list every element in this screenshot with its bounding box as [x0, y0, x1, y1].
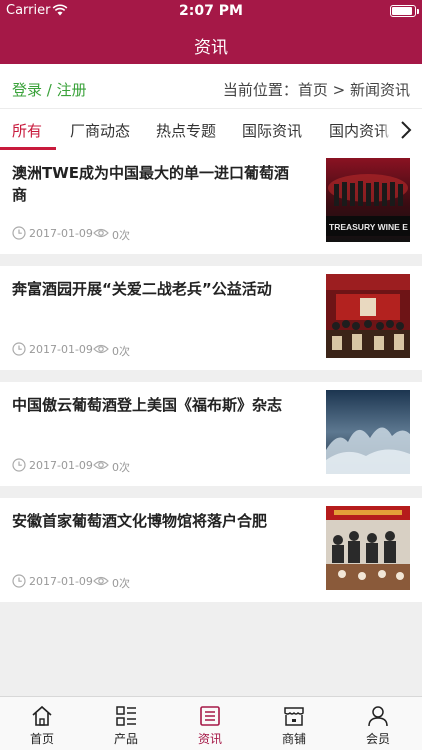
tabbar-shops[interactable]: 商铺: [252, 697, 336, 750]
battery-tip: [417, 9, 419, 14]
thumbnail-caption: TREASURY WINE E: [329, 222, 408, 232]
article-item[interactable]: 中国傲云葡萄酒登上美国《福布斯》杂志 2017-01-09 0次: [0, 382, 422, 486]
article-title: 安徽首家葡萄酒文化博物馆将落户合肥: [12, 512, 268, 530]
status-bar: Carrier 2:07 PM: [0, 0, 422, 22]
clock-icon: [12, 342, 26, 356]
breadcrumb-bar: 登录 / 注册 当前位置：首页 > 新闻资讯: [0, 64, 422, 108]
tabs-scroll-right-button[interactable]: [392, 109, 422, 150]
article-views: 0次: [112, 577, 130, 590]
tabbar-label: 资讯: [197, 732, 222, 746]
eye-icon: [93, 576, 109, 586]
article-item[interactable]: 澳洲TWE成为中国最大的单一进口葡萄酒商 2017-01-09 0次 TREAS…: [0, 150, 422, 254]
clock-icon: [12, 458, 26, 472]
battery-level: [392, 7, 412, 15]
bottom-tab-bar: 首页 产品 资讯 商铺 会员: [0, 696, 422, 750]
article-item[interactable]: 安徽首家葡萄酒文化博物馆将落户合肥 2017-01-09 0次: [0, 498, 422, 602]
tabbar-label: 商铺: [281, 732, 306, 746]
app-header: Carrier 2:07 PM 资讯: [0, 0, 422, 64]
grid-list-icon: [116, 706, 136, 726]
tabbar-home[interactable]: 首页: [0, 697, 84, 750]
article-date: 2017-01-09: [29, 575, 93, 588]
tab-international-news[interactable]: 国际资讯: [242, 120, 302, 141]
tabbar-news[interactable]: 资讯: [168, 697, 252, 750]
breadcrumb: 当前位置：首页 > 新闻资讯: [222, 81, 410, 99]
article-date: 2017-01-09: [29, 343, 93, 356]
article-title: 澳洲TWE成为中国最大的单一进口葡萄酒商: [12, 164, 290, 204]
tab-vendor-news[interactable]: 厂商动态: [70, 120, 130, 141]
article-title: 奔富酒园开展“关爱二战老兵”公益活动: [12, 280, 272, 298]
tab-hot-topics[interactable]: 热点专题: [156, 120, 216, 141]
article-title: 中国傲云葡萄酒登上美国《福布斯》杂志: [12, 396, 283, 414]
article-item[interactable]: 奔富酒园开展“关爱二战老兵”公益活动 2017-01-09 0次: [0, 266, 422, 370]
article-thumbnail: [326, 390, 410, 474]
shop-icon: [284, 707, 304, 726]
article-thumbnail: [326, 506, 410, 590]
chevron-right-icon: [401, 121, 412, 139]
category-tabs: 所有 厂商动态 热点专题 国际资讯 国内资讯: [0, 108, 422, 150]
tabbar-products[interactable]: 产品: [84, 697, 168, 750]
clock-icon: [12, 574, 26, 588]
eye-icon: [93, 344, 109, 354]
article-date: 2017-01-09: [29, 459, 93, 472]
tabbar-member[interactable]: 会员: [336, 697, 420, 750]
user-icon: [368, 706, 388, 727]
clock-icon: [12, 226, 26, 240]
article-thumbnail: [326, 274, 410, 358]
article-views: 0次: [112, 229, 130, 242]
article-views: 0次: [112, 345, 130, 358]
article-date: 2017-01-09: [29, 227, 93, 240]
battery-icon: [390, 5, 416, 17]
tabbar-label: 首页: [29, 732, 54, 746]
article-views: 0次: [112, 461, 130, 474]
eye-icon: [93, 228, 109, 238]
tabbar-label: 产品: [113, 732, 138, 746]
article-thumbnail: TREASURY WINE E: [326, 158, 410, 242]
tab-all[interactable]: 所有: [12, 120, 42, 141]
clock: 2:07 PM: [179, 3, 243, 19]
tabbar-label: 会员: [365, 732, 390, 746]
login-register-link[interactable]: 登录 / 注册: [12, 79, 87, 100]
tab-domestic-news[interactable]: 国内资讯: [329, 120, 389, 141]
home-icon: [32, 705, 52, 726]
page-title: 资讯: [194, 38, 228, 58]
news-icon: [200, 706, 220, 726]
eye-icon: [93, 460, 109, 470]
